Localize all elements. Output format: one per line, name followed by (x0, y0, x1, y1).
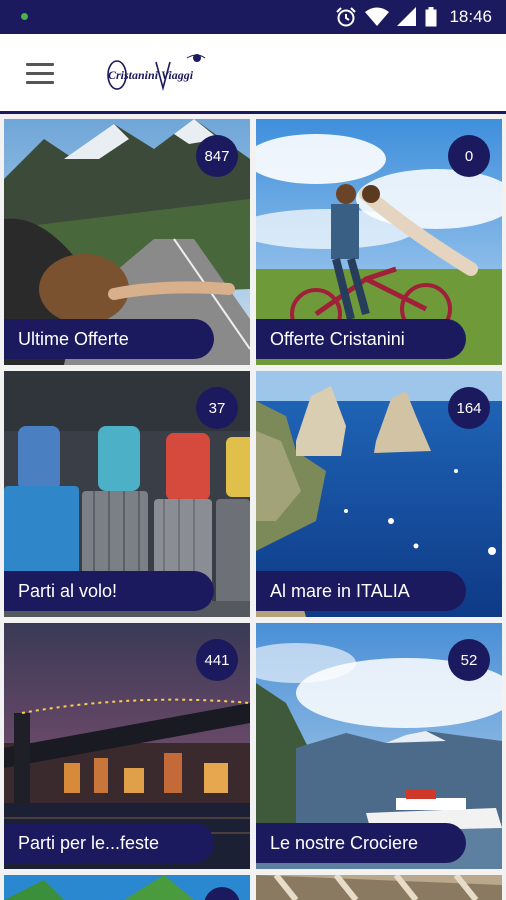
category-label: Parti per le...feste (4, 823, 214, 863)
category-tile-partial[interactable] (4, 875, 250, 900)
signal-icon (397, 7, 417, 26)
category-tile-parti-al-volo[interactable]: 37 Parti al volo! (4, 371, 250, 617)
status-time: 18:46 (449, 7, 492, 26)
app-bar: Cristanini Viaggi (0, 34, 506, 114)
notification-dot-icon (21, 13, 28, 20)
category-tile-al-mare-in-italia[interactable]: 164 Al mare in ITALIA (256, 371, 502, 617)
hamburger-menu-icon[interactable] (26, 63, 54, 85)
category-tile-parti-per-le-feste[interactable]: 441 Parti per le...feste (4, 623, 250, 869)
status-bar: 18:46 (0, 0, 506, 34)
tile-photo (4, 875, 250, 900)
status-icons: 18:46 (335, 5, 492, 29)
category-label: Le nostre Crociere (256, 823, 466, 863)
offer-count-badge: 164 (448, 387, 490, 429)
category-label: Al mare in ITALIA (256, 571, 466, 611)
category-label: Ultime Offerte (4, 319, 214, 359)
battery-icon (425, 7, 437, 27)
offer-count-badge: 37 (196, 387, 238, 429)
category-label: Offerte Cristanini (256, 319, 466, 359)
logo: Cristanini Viaggi (106, 50, 206, 98)
offer-count-badge: 441 (196, 639, 238, 681)
category-label: Parti al volo! (4, 571, 214, 611)
offer-count-badge: 847 (196, 135, 238, 177)
category-tile-partial[interactable] (256, 875, 502, 900)
category-tile-offerte-cristanini[interactable]: 0 Offerte Cristanini (256, 119, 502, 365)
category-tile-le-nostre-crociere[interactable]: 52 Le nostre Crociere (256, 623, 502, 869)
alarm-icon (336, 7, 357, 27)
logo-text: Cristanini Viaggi (108, 68, 194, 82)
tile-photo (256, 875, 502, 900)
category-tile-ultime-offerte[interactable]: 847 Ultime Offerte (4, 119, 250, 365)
offer-count-badge: 52 (448, 639, 490, 681)
category-grid: 847 Ultime Offerte 0 Offerte Cristanini (0, 117, 506, 900)
wifi-icon (365, 7, 390, 26)
offer-count-badge: 0 (448, 135, 490, 177)
